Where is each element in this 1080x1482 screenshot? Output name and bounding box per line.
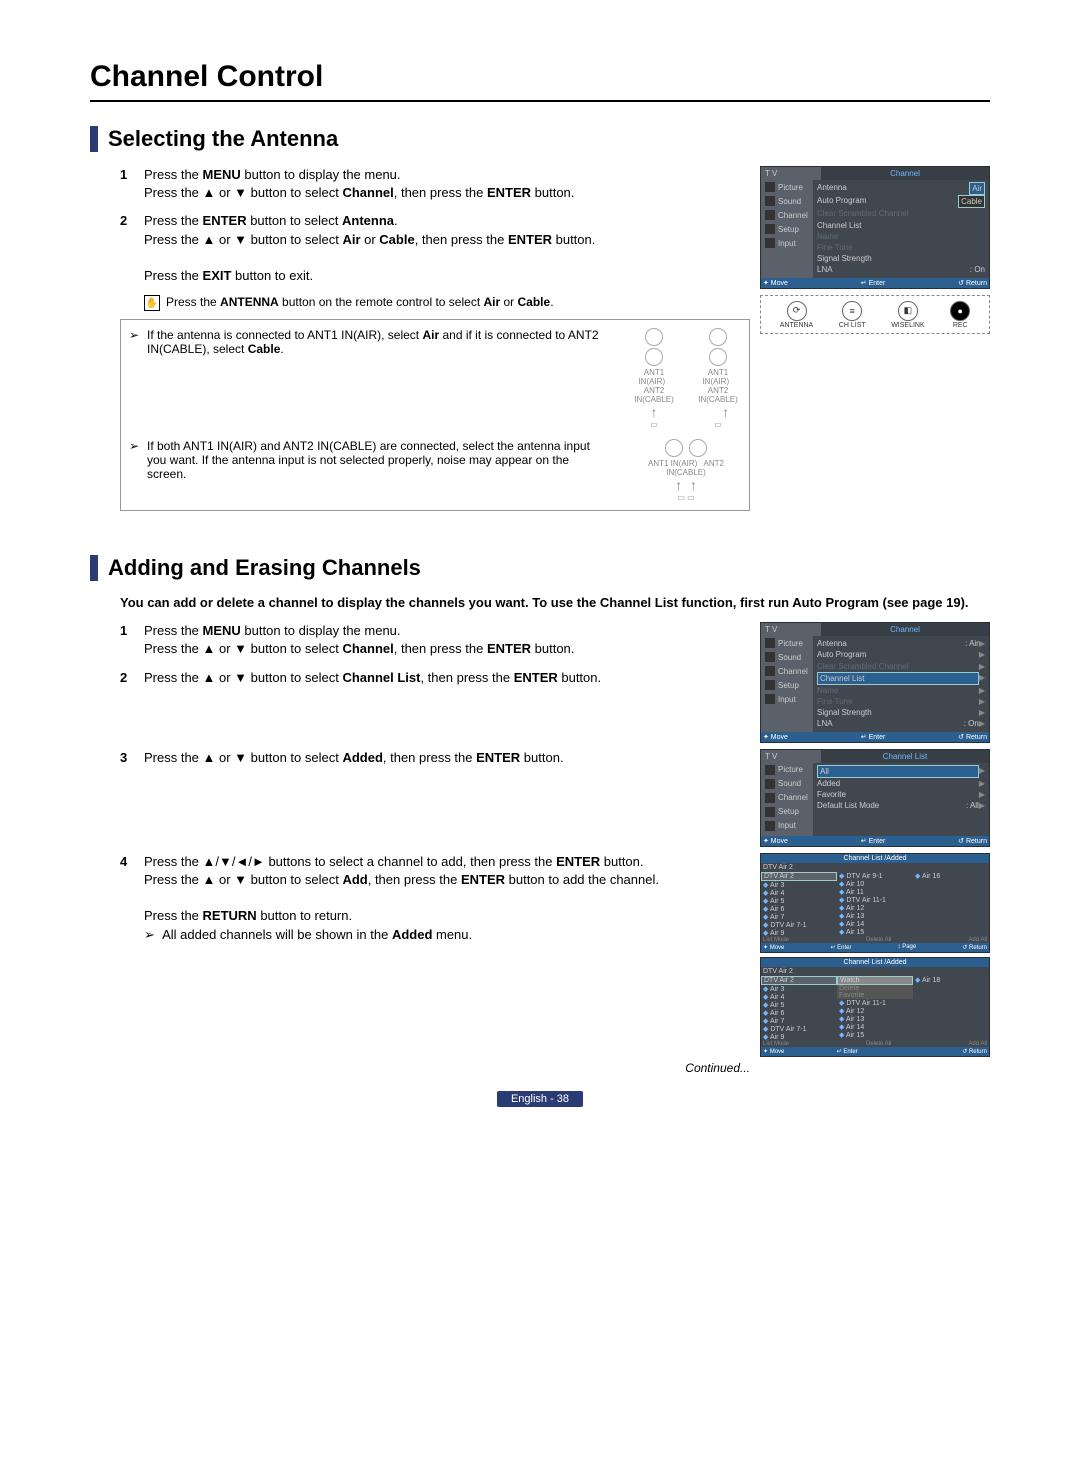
step-body: Press the ENTER button to select Antenna… xyxy=(144,212,750,285)
step-1: 1 Press the MENU button to display the m… xyxy=(120,622,750,658)
antenna-port-icon xyxy=(709,348,727,366)
tv-label: T V xyxy=(761,167,821,180)
menu-title: Channel xyxy=(821,167,989,180)
tv-osd-panel: T VChannel Picture Sound Channel Setup I… xyxy=(760,166,990,289)
antenna-diagram: ANT1 IN(AIR) ANT2 IN(CABLE) ↑▭ ANT1 IN(A… xyxy=(631,328,741,429)
antenna-port-icon xyxy=(689,439,707,457)
tip-box: ➢ If the antenna is connected to ANT1 IN… xyxy=(120,319,750,511)
channel-list-panel: Channel List /Added DTV Air 2 DTV Air 2 … xyxy=(760,853,990,953)
selected-value: All xyxy=(817,765,979,778)
note: ✋ Press the ANTENNA button on the remote… xyxy=(144,295,750,311)
antenna-port-icon xyxy=(645,328,663,346)
antenna-diagram: ANT1 IN(AIR) ANT2 IN(CABLE) ↑ ↑ ▭ ▭ xyxy=(631,439,741,502)
channel-item: DTV Air 2 xyxy=(761,872,837,881)
page-title: Channel Control xyxy=(90,60,990,102)
tv-osd-panel: T VChannel Picture Sound Channel Setup I… xyxy=(760,622,990,743)
antenna-port-icon xyxy=(665,439,683,457)
section-heading-channels: Adding and Erasing Channels xyxy=(90,555,990,581)
step-2: 2 Press the ENTER button to select Anten… xyxy=(120,212,750,285)
step-4: 4 Press the ▲/▼/◄/► buttons to select a … xyxy=(120,853,750,944)
note-text: Press the ANTENNA button on the remote c… xyxy=(166,295,554,309)
note-icon: ✋ xyxy=(144,295,160,311)
tip-arrow-icon: ➢ xyxy=(129,439,147,453)
antenna-button-icon: ⟳ xyxy=(787,301,807,321)
section-heading-antenna: Selecting the Antenna xyxy=(90,126,990,152)
step-3: 3 Press the ▲ or ▼ button to select Adde… xyxy=(120,749,750,767)
remote-diagram: ⟳ANTENNA ≡CH LIST ◧WISELINK ●REC xyxy=(760,295,990,334)
step-2: 2 Press the ▲ or ▼ button to select Chan… xyxy=(120,669,750,687)
menu-content: AntennaAir Auto ProgramCable Clear Scram… xyxy=(813,180,989,278)
antenna-port-icon xyxy=(709,328,727,346)
list-title: Channel List /Added xyxy=(761,854,989,863)
section-intro: You can add or delete a channel to displ… xyxy=(120,595,990,610)
step-number: 2 xyxy=(120,212,144,285)
tip-arrow-icon: ➢ xyxy=(129,328,147,342)
step-1: 1 Press the MENU button to display the m… xyxy=(120,166,750,202)
continued-label: Continued... xyxy=(90,1061,750,1075)
tip-body: If the antenna is connected to ANT1 IN(A… xyxy=(147,328,621,356)
selected-value: Air xyxy=(969,182,985,195)
page-footer: English - 38 xyxy=(497,1091,583,1107)
channel-list-panel: Channel List /Added DTV Air 2 DTV Air 2 … xyxy=(760,957,990,1057)
channel-item: DTV Air 2 xyxy=(761,976,837,985)
tv-osd-panel: T VChannel List Picture Sound Channel Se… xyxy=(760,749,990,847)
menu-sidebar: Picture Sound Channel Setup Input xyxy=(761,180,813,278)
step-body: Press the MENU button to display the men… xyxy=(144,166,750,202)
selected-value: Channel List xyxy=(817,672,979,685)
list-title: Channel List /Added xyxy=(761,958,989,967)
step-number: 1 xyxy=(120,166,144,202)
antenna-port-icon xyxy=(645,348,663,366)
tip-body: If both ANT1 IN(AIR) and ANT2 IN(CABLE) … xyxy=(147,439,621,481)
popup-item: Watch xyxy=(837,976,913,985)
